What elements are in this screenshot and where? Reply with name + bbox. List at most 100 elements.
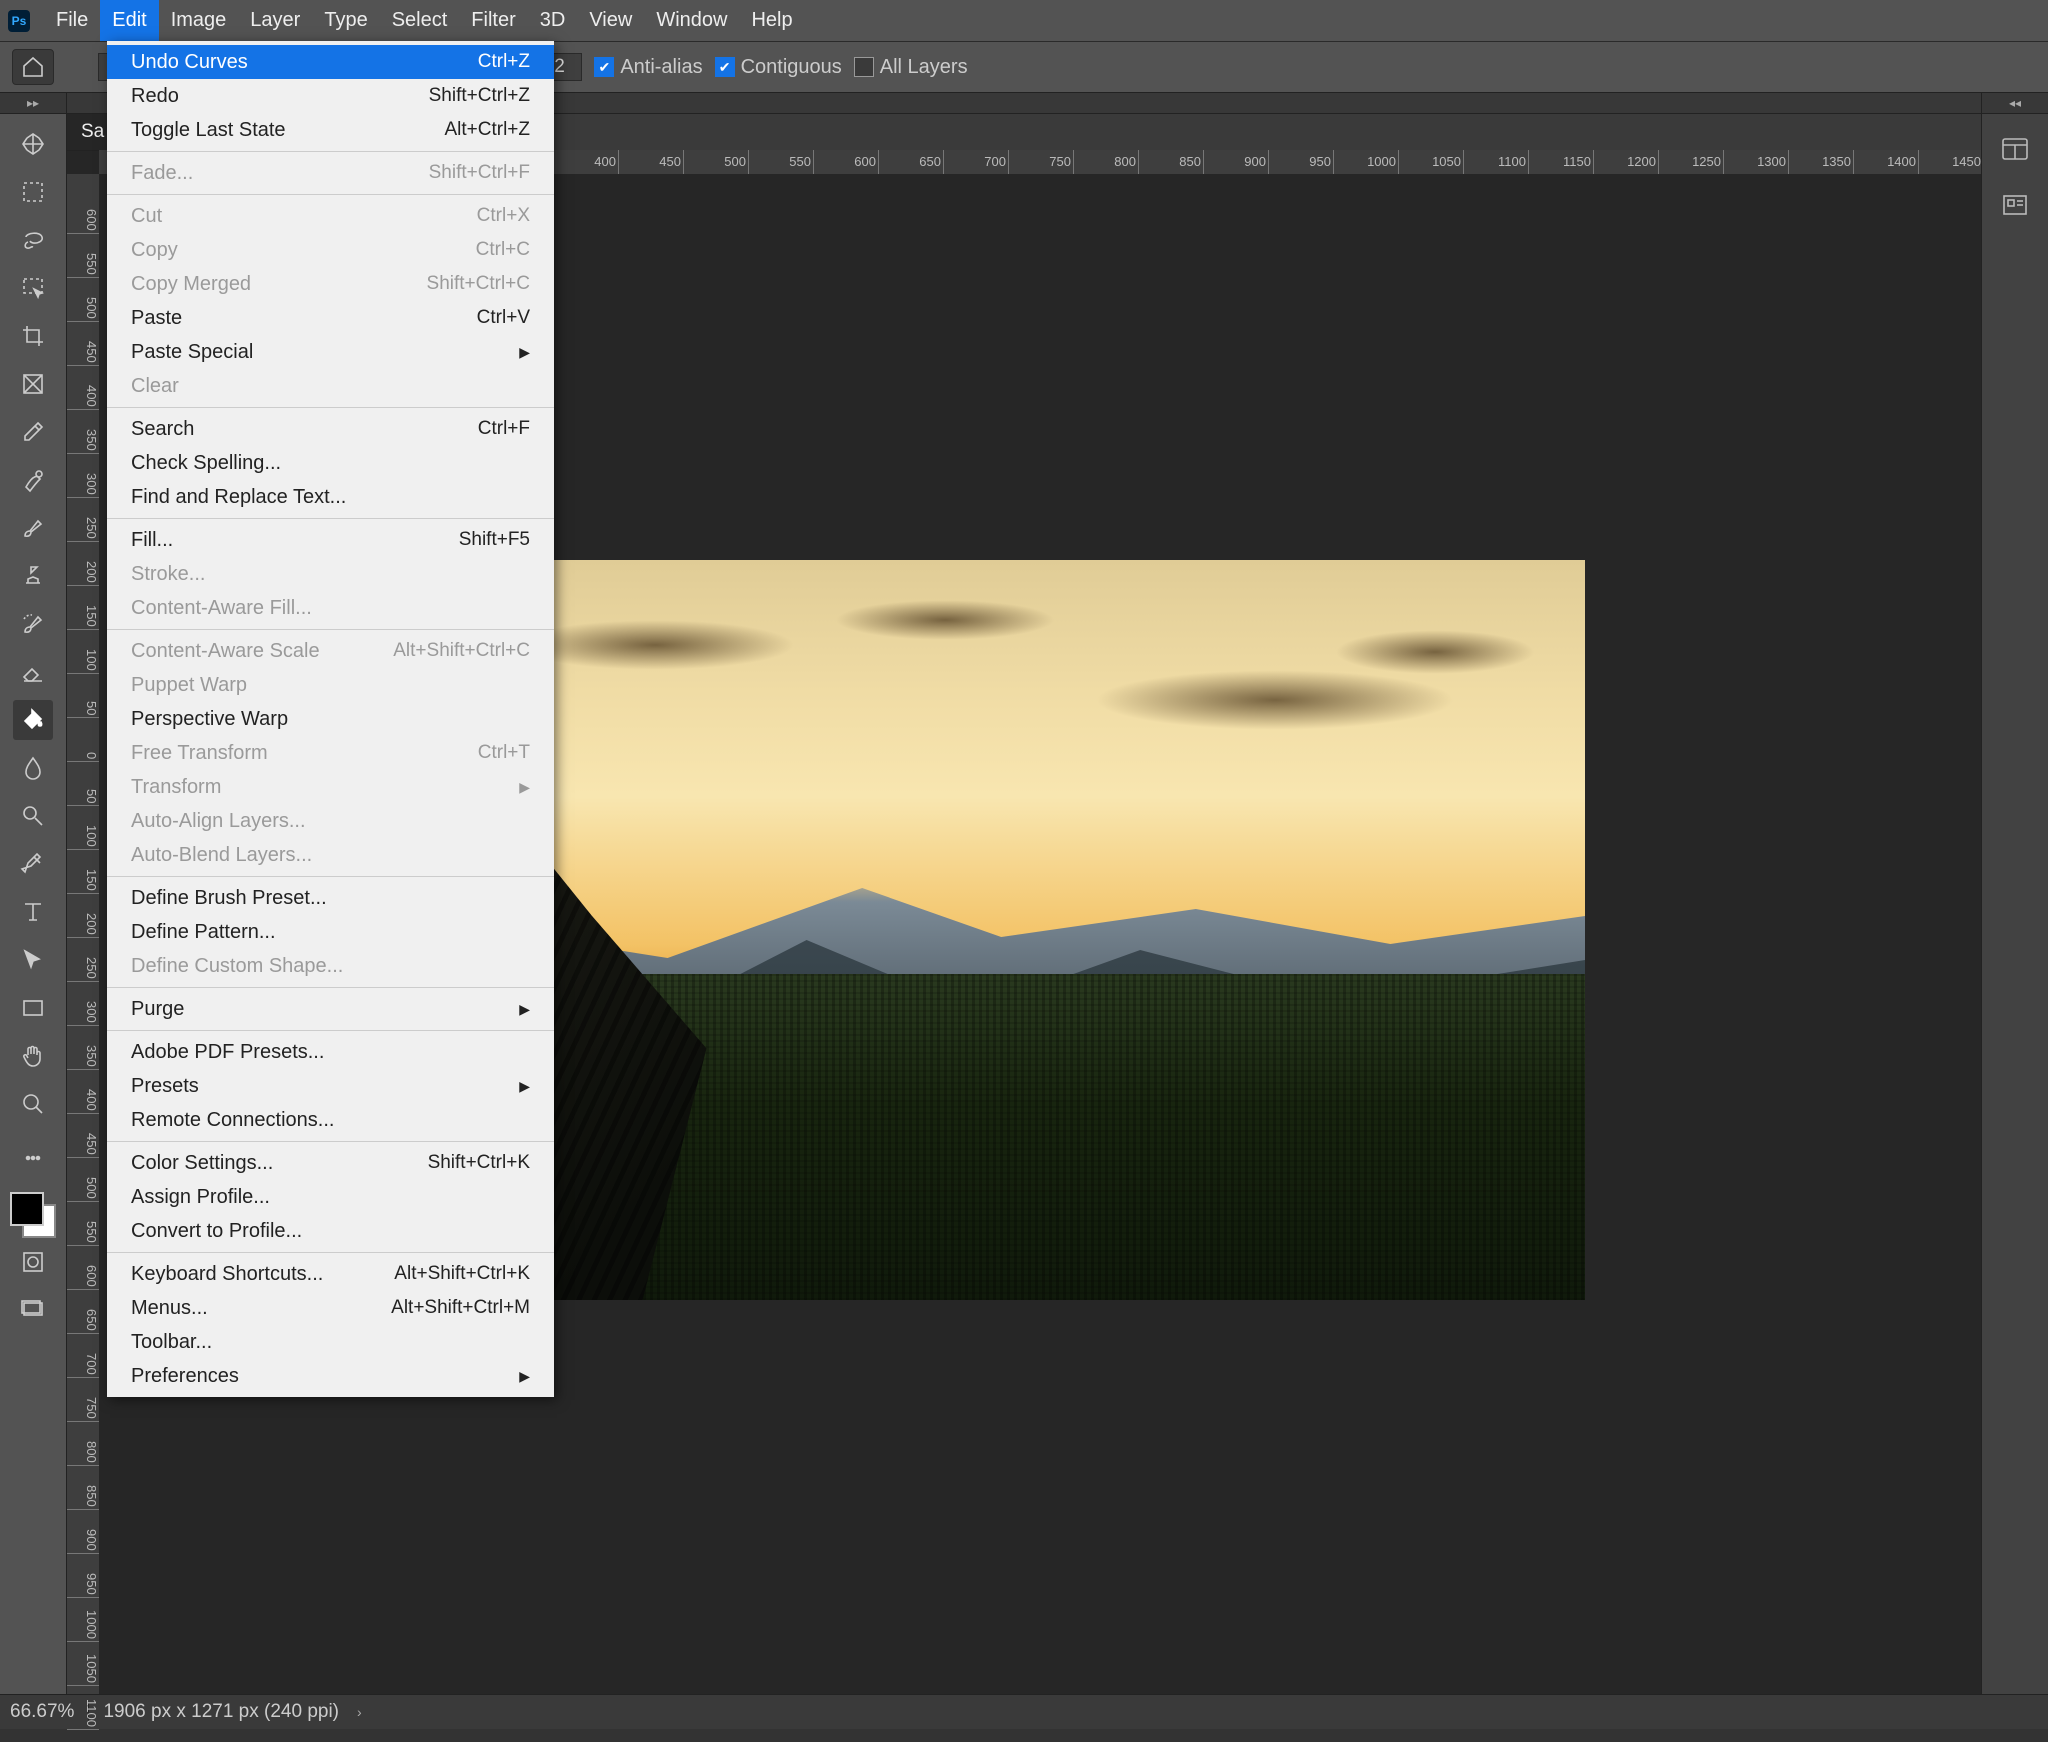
- frame-tool[interactable]: [13, 364, 53, 404]
- menuitem-purge[interactable]: Purge▶: [107, 992, 554, 1026]
- menuitem-content-aware-fill: Content-Aware Fill...: [107, 591, 554, 625]
- menu-help[interactable]: Help: [739, 0, 804, 41]
- hand-tool[interactable]: [13, 1036, 53, 1076]
- ruler-h-tick: 900: [1204, 150, 1269, 174]
- menu-view[interactable]: View: [577, 0, 644, 41]
- blur-tool[interactable]: [13, 748, 53, 788]
- menuitem-adobe-pdf-presets[interactable]: Adobe PDF Presets...: [107, 1035, 554, 1069]
- contiguous-checkbox[interactable]: ✔Contiguous: [715, 56, 842, 79]
- menuitem-find-and-replace-text[interactable]: Find and Replace Text...: [107, 480, 554, 514]
- menuitem-stroke: Stroke...: [107, 557, 554, 591]
- dodge-tool[interactable]: [13, 796, 53, 836]
- menuitem-toggle-last-state[interactable]: Toggle Last StateAlt+Ctrl+Z: [107, 113, 554, 147]
- menuitem-clear: Clear: [107, 369, 554, 403]
- pen-tool[interactable]: [13, 844, 53, 884]
- menuitem-keyboard-shortcuts[interactable]: Keyboard Shortcuts...Alt+Shift+Ctrl+K: [107, 1257, 554, 1291]
- menuitem-define-pattern[interactable]: Define Pattern...: [107, 915, 554, 949]
- quick-mask-icon[interactable]: [13, 1242, 53, 1282]
- history-brush-tool[interactable]: [13, 604, 53, 644]
- menuitem-preferences[interactable]: Preferences▶: [107, 1359, 554, 1393]
- menuitem-presets[interactable]: Presets▶: [107, 1069, 554, 1103]
- move-tool[interactable]: [13, 124, 53, 164]
- status-chevron-icon[interactable]: ›: [357, 1704, 362, 1720]
- healing-brush-tool[interactable]: [13, 460, 53, 500]
- menuitem-transform: Transform▶: [107, 770, 554, 804]
- menuitem-free-transform: Free TransformCtrl+T: [107, 736, 554, 770]
- crop-tool[interactable]: [13, 316, 53, 356]
- eyedropper-tool[interactable]: [13, 412, 53, 452]
- submenu-arrow-icon: ▶: [519, 344, 530, 361]
- menu-layer[interactable]: Layer: [238, 0, 312, 41]
- image-cloud: [1095, 670, 1455, 730]
- ruler-h-tick: 1400: [1854, 150, 1919, 174]
- menuitem-paste-special[interactable]: Paste Special▶: [107, 335, 554, 369]
- menuitem-redo[interactable]: RedoShift+Ctrl+Z: [107, 79, 554, 113]
- brush-tool[interactable]: [13, 508, 53, 548]
- menuitem-fill[interactable]: Fill...Shift+F5: [107, 523, 554, 557]
- menuitem-perspective-warp[interactable]: Perspective Warp: [107, 702, 554, 736]
- menuitem-paste[interactable]: PasteCtrl+V: [107, 301, 554, 335]
- toolbar-collapse-icon[interactable]: ▸▸: [0, 93, 67, 113]
- menuitem-copy-merged: Copy MergedShift+Ctrl+C: [107, 267, 554, 301]
- eraser-tool[interactable]: [13, 652, 53, 692]
- menuitem-toolbar[interactable]: Toolbar...: [107, 1325, 554, 1359]
- ruler-h-tick: 500: [684, 150, 749, 174]
- object-select-tool[interactable]: [13, 268, 53, 308]
- menuitem-define-brush-preset[interactable]: Define Brush Preset...: [107, 881, 554, 915]
- menu-window[interactable]: Window: [644, 0, 739, 41]
- menuitem-remote-connections[interactable]: Remote Connections...: [107, 1103, 554, 1137]
- image-cloud: [515, 620, 795, 670]
- ruler-h-tick: 1350: [1789, 150, 1854, 174]
- paint-bucket-tool[interactable]: [13, 700, 53, 740]
- menuitem-assign-profile[interactable]: Assign Profile...: [107, 1180, 554, 1214]
- clone-stamp-tool[interactable]: [13, 556, 53, 596]
- ruler-h-tick: 1150: [1529, 150, 1594, 174]
- path-selection-tool[interactable]: [13, 940, 53, 980]
- ruler-h-tick: 650: [879, 150, 944, 174]
- menuitem-puppet-warp: Puppet Warp: [107, 668, 554, 702]
- learn-icon[interactable]: [1998, 134, 2032, 164]
- menu-3d[interactable]: 3D: [528, 0, 578, 41]
- app-logo-icon: Ps: [8, 10, 30, 32]
- lasso-tool[interactable]: [13, 220, 53, 260]
- menu-filter[interactable]: Filter: [459, 0, 527, 41]
- edit-toolbar-icon[interactable]: [13, 1138, 53, 1178]
- zoom-level[interactable]: 66.67%: [10, 1701, 74, 1723]
- marquee-tool[interactable]: [13, 172, 53, 212]
- type-tool[interactable]: [13, 892, 53, 932]
- menuitem-cut: CutCtrl+X: [107, 199, 554, 233]
- zoom-tool[interactable]: [13, 1084, 53, 1124]
- ruler-h-tick: 750: [1009, 150, 1074, 174]
- libraries-icon[interactable]: [1998, 190, 2032, 220]
- menu-type[interactable]: Type: [312, 0, 379, 41]
- menu-select[interactable]: Select: [380, 0, 460, 41]
- submenu-arrow-icon: ▶: [519, 1368, 530, 1385]
- menuitem-menus[interactable]: Menus...Alt+Shift+Ctrl+M: [107, 1291, 554, 1325]
- menuitem-auto-blend-layers: Auto-Blend Layers...: [107, 838, 554, 872]
- menuitem-copy: CopyCtrl+C: [107, 233, 554, 267]
- menu-edit[interactable]: Edit: [100, 0, 158, 41]
- right-panel: [1981, 114, 2048, 1694]
- menuitem-fade: Fade...Shift+Ctrl+F: [107, 156, 554, 190]
- rectangle-tool[interactable]: [13, 988, 53, 1028]
- menuitem-search[interactable]: SearchCtrl+F: [107, 412, 554, 446]
- ruler-v-tick: 1150: [67, 1714, 99, 1742]
- menuitem-color-settings[interactable]: Color Settings...Shift+Ctrl+K: [107, 1146, 554, 1180]
- menuitem-convert-to-profile[interactable]: Convert to Profile...: [107, 1214, 554, 1248]
- alllayers-checkbox[interactable]: All Layers: [854, 56, 968, 79]
- menuitem-undo-curves[interactable]: Undo CurvesCtrl+Z: [107, 45, 554, 79]
- ruler-h-tick: 950: [1269, 150, 1334, 174]
- ruler-h-tick: 1050: [1399, 150, 1464, 174]
- menu-image[interactable]: Image: [159, 0, 239, 41]
- menu-file[interactable]: File: [44, 0, 100, 41]
- menuitem-auto-align-layers: Auto-Align Layers...: [107, 804, 554, 838]
- submenu-arrow-icon: ▶: [519, 779, 530, 796]
- menuitem-check-spelling[interactable]: Check Spelling...: [107, 446, 554, 480]
- ruler-h-tick: 1000: [1334, 150, 1399, 174]
- rpanel-collapse-icon[interactable]: ◂◂: [1981, 93, 2048, 113]
- home-button[interactable]: [12, 49, 54, 85]
- foreground-color-swatch[interactable]: [10, 1192, 44, 1226]
- color-swatches[interactable]: [10, 1192, 56, 1238]
- antialias-checkbox[interactable]: ✔Anti-alias: [594, 56, 702, 79]
- screen-mode-icon[interactable]: [13, 1290, 53, 1330]
